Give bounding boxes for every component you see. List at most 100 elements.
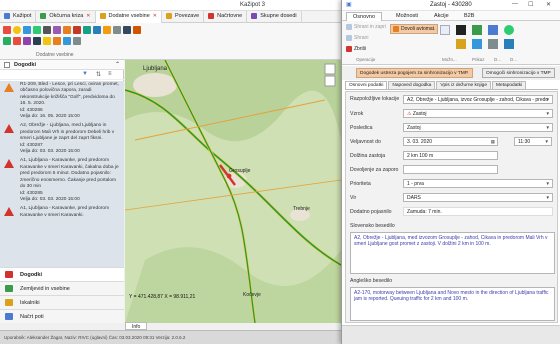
eye-icon[interactable] [23,37,31,45]
tab-vpis-dezurne-knjige[interactable]: Vpis iz dežurne knjige [436,81,492,89]
map-icon [5,285,13,292]
events-panel-title: Dogodki [14,62,36,68]
plan-icon [208,13,215,19]
tab-nacrtovne[interactable]: Načrtovne [204,11,248,23]
label-slovene-text: Slovensko besedilo [350,223,395,229]
star-icon[interactable] [53,37,61,45]
english-text-area[interactable]: A2-170, motorway between Ljubljana and N… [350,287,555,321]
map-info-tab[interactable]: Info [125,322,148,330]
chevron-down-icon: ▼ [545,195,550,200]
zoom-out-button[interactable] [324,75,336,87]
slovene-text-area[interactable]: A2, Obrežje - Ljubljana, med izvozom Gro… [350,232,555,274]
collapse-icon[interactable]: ⌃ [115,61,120,68]
label-consequence: Posledica [350,125,373,131]
dark-mode-icon[interactable] [456,25,466,35]
info-icon[interactable] [93,26,101,34]
nav-item-iskalniki[interactable]: Iskalniki [0,295,124,309]
layer-icon[interactable] [3,37,11,45]
tab-metapodatki[interactable]: Metapodatki [492,81,527,89]
source-select[interactable]: DARS ▼ [403,193,553,202]
allow-auto-button[interactable]: Dovoli avtomat. [390,24,439,34]
delete-button[interactable]: Zbriši [346,46,366,52]
road-icon[interactable] [63,26,71,34]
length-input[interactable]: 2 km 100 m [403,151,498,160]
calendar-icon[interactable]: ▦ [491,139,495,145]
tab-povezave[interactable]: Povezave [162,11,205,23]
list-item[interactable]: A2, Obrežje - Ljubljana, med Ljubljano i… [0,122,124,157]
nav-item-zemljevid[interactable]: Zemljevid in vsebine [0,281,124,295]
truck-icon[interactable] [113,26,121,34]
map-view[interactable]: Ljubljana Grosuplje Trebnje Kočevje Y = … [125,60,341,323]
map-icon[interactable] [472,25,482,35]
ribbon-group-moznosti: Možn... [442,57,457,62]
events-toolbar: ▼ ⇅ ≡ [0,70,124,80]
add-icon[interactable] [504,25,514,35]
consequence-select[interactable]: Zastoj ▼ [403,123,553,132]
tab-napoved-dogodka[interactable]: Napoved dogodka [388,81,436,89]
grid-icon[interactable] [33,37,41,45]
maximize-icon[interactable]: ☐ [528,1,533,8]
enable-sync-button[interactable]: Omogoči sinhronizacijo v TMP [482,68,555,78]
ribbon-row-2 [3,37,81,45]
list-item[interactable]: A1, Ljubljana - Karavanke, pred predorom… [0,205,124,221]
share-icon[interactable] [504,39,514,49]
tab-skupne-dosedi[interactable]: Skupne dosedi [247,11,302,23]
circle-icon[interactable] [13,26,21,34]
save-close-button[interactable]: Shrani in zapri [346,24,386,30]
text-format-icon[interactable] [440,25,450,35]
link-icon[interactable] [488,25,498,35]
cause-select[interactable]: ⚠ Zastoj ▼ [403,109,553,118]
close-icon[interactable]: ✕ [546,1,551,8]
list-item[interactable]: A1, Ljubljana - Karavanke, pred predorom… [0,157,124,205]
dialog-footer [342,325,560,344]
list-item[interactable]: R1-209, Bled - Lesce, pri Lesci, oviran … [0,81,124,122]
tab-okcurna-kriza[interactable]: Okčurna kriza ✕ [36,11,96,23]
tab-dodatne-vsebine[interactable]: Dodatne vsebine ✕ [95,11,162,23]
sort-icon[interactable]: ⇅ [96,71,101,78]
flag-icon[interactable] [83,26,91,34]
print-icon[interactable] [73,37,81,45]
car-icon[interactable] [33,26,41,34]
valid-date-input[interactable]: 3. 03. 2020 ▦ [403,137,498,146]
bridge-icon[interactable] [123,26,131,34]
location-select[interactable]: A2, Obrežje - Ljubljana, izvoz Grosuplje… [403,95,553,104]
camera-icon[interactable] [43,26,51,34]
select-all-checkbox[interactable] [4,62,10,68]
zoom-in-button[interactable] [324,63,336,75]
permit-input[interactable] [403,165,498,174]
tab-b2b[interactable]: B2B [458,12,480,21]
tab-moznosti[interactable]: Možnosti [390,12,424,21]
weather-icon[interactable] [53,26,61,34]
tab-akcije[interactable]: Akcije [428,12,455,21]
pin-icon[interactable] [13,37,21,45]
minimize-icon[interactable]: — [512,1,518,7]
nav-item-dogodki[interactable]: Dogodki [0,267,124,281]
tab-osnovno[interactable]: Osnovno [346,12,383,21]
tunnel-icon[interactable] [133,26,141,34]
lock-icon[interactable] [488,39,498,49]
warning-icon[interactable] [456,39,466,49]
refresh-icon[interactable] [63,37,71,45]
chevron-down-icon: ▼ [545,111,550,116]
sign-icon[interactable] [23,26,31,34]
valid-time-input[interactable]: 11:30 ▼ [514,137,552,146]
stop-icon[interactable] [73,26,81,34]
close-icon[interactable]: ✕ [86,13,90,19]
bus-icon[interactable] [103,26,111,34]
menu-icon[interactable]: ≡ [108,71,112,77]
filter-icon[interactable] [43,37,51,45]
save-icon [346,35,352,41]
save-button[interactable]: Shrani [346,35,368,41]
label-english-text: Angleško besedilo [350,278,393,284]
info-icon[interactable] [472,39,482,49]
tab-osnovni-podatki[interactable]: Osnovni podatki [345,81,388,89]
filter-icon[interactable]: ▼ [82,71,88,77]
tab-kazipot[interactable]: Kažipot [0,11,37,23]
extra-input[interactable]: Zamuda: 7 min. [403,207,553,216]
close-icon[interactable]: ✕ [153,13,157,19]
warning-icon[interactable] [3,26,11,34]
chevron-down-icon: ▼ [544,139,549,144]
map-canvas[interactable]: Ljubljana Grosuplje Trebnje Kočevje Y = … [125,60,341,323]
nav-item-nacrt-poti[interactable]: Načrt poti [0,309,124,323]
priority-select[interactable]: 1 - prva ▼ [403,179,553,188]
